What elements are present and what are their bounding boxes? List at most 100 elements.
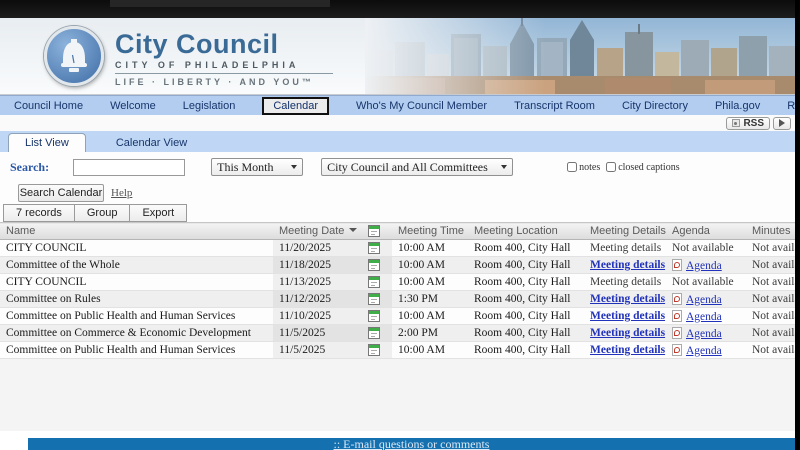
add-to-calendar-icon[interactable] [368, 242, 380, 254]
meeting-date-cell: 11/20/2025 [273, 240, 362, 257]
search-calendar-button[interactable]: Search Calendar [18, 184, 104, 202]
meeting-details-cell: Meeting details [584, 342, 666, 359]
agenda-link[interactable]: Agenda [686, 345, 722, 357]
meeting-time-cell: 10:00 AM [392, 342, 468, 359]
tab-calendar-view[interactable]: Calendar View [100, 134, 203, 152]
agenda-link[interactable]: Agenda [686, 311, 722, 323]
pdf-icon [672, 327, 682, 339]
agenda-link[interactable]: Agenda [686, 294, 722, 306]
masthead: City Council CITY OF PHILADELPHIA LIFE ·… [0, 18, 795, 95]
agenda-link[interactable]: Agenda [686, 328, 722, 340]
date-range-dropdown[interactable]: This Month [211, 158, 303, 176]
notes-checkbox[interactable] [567, 162, 577, 172]
add-to-calendar-icon[interactable] [368, 344, 380, 356]
email-questions-link[interactable]: :: E-mail questions or comments [334, 438, 490, 450]
meeting-details-link[interactable]: Meeting details [590, 327, 665, 339]
agenda-cell: Agenda [666, 325, 746, 342]
table-header-row: Name Meeting Date Meeting Time Meeting L… [0, 223, 795, 240]
philadelphia-skyline-image [365, 18, 795, 95]
meeting-name-cell: Committee on Commerce & Economic Develop… [0, 325, 273, 342]
search-input[interactable] [73, 159, 185, 176]
calendar-icon [368, 225, 380, 237]
rss-button[interactable]: RSS [726, 117, 770, 130]
meeting-name-cell: Committee of the Whole [0, 257, 273, 274]
chevron-down-icon [501, 165, 507, 169]
meetings-tbody: CITY COUNCIL11/20/202510:00 AMRoom 400, … [0, 240, 795, 359]
site-subtitle: CITY OF PHILADELPHIA [115, 60, 333, 70]
add-to-calendar-icon[interactable] [368, 276, 380, 288]
minutes-cell: Not available [746, 257, 795, 274]
nav-item-transcript-room[interactable]: Transcript Room [514, 100, 595, 112]
calendar-icon-cell [362, 257, 392, 274]
nav-item-city-directory[interactable]: City Directory [622, 100, 688, 112]
liberty-bell-logo [44, 26, 104, 86]
add-to-calendar-icon[interactable] [368, 310, 380, 322]
meeting-location-cell: Room 400, City Hall [468, 308, 584, 325]
minutes-cell: Not available [746, 240, 795, 257]
col-header-meeting-location[interactable]: Meeting Location [468, 223, 584, 240]
meeting-row: Committee of the Whole11/18/2025 10:00 AM… [0, 257, 795, 274]
agenda-cell: Agenda [666, 308, 746, 325]
records-count-button[interactable]: 7 records [4, 205, 75, 221]
meeting-name-cell: CITY COUNCIL [0, 274, 273, 291]
meeting-details-link[interactable]: Meeting details [590, 310, 665, 322]
meeting-details-link[interactable]: Meeting details [590, 259, 665, 271]
col-header-name[interactable]: Name [0, 223, 273, 240]
meeting-details-link[interactable]: Meeting details [590, 293, 665, 305]
rss-label: RSS [743, 118, 764, 129]
nav-item-welcome[interactable]: Welcome [110, 100, 156, 112]
meeting-location-cell: Room 400, City Hall [468, 342, 584, 359]
col-header-agenda[interactable]: Agenda [666, 223, 746, 240]
export-button[interactable]: Export [130, 205, 186, 221]
calendar-icon-cell [362, 342, 392, 359]
committee-value: City Council and All Committees [327, 160, 488, 175]
nav-item-calendar[interactable]: Calendar [262, 97, 329, 115]
col-header-meeting-details[interactable]: Meeting Details [584, 223, 666, 240]
meeting-date-cell: 11/18/2025 [273, 257, 362, 274]
closed-captions-checkbox[interactable] [606, 162, 616, 172]
agenda-cell: Agenda [666, 257, 746, 274]
pdf-icon [672, 293, 682, 305]
nav-item-legislation[interactable]: Legislation [183, 100, 236, 112]
meeting-date-cell: 11/10/2025 [273, 308, 362, 325]
col-header-calendar-icon [362, 223, 392, 240]
meeting-details-cell: Meeting details [584, 308, 666, 325]
meeting-details-link[interactable]: Meeting details [590, 344, 665, 356]
minutes-cell: Not available [746, 308, 795, 325]
tab-list-view[interactable]: List View [8, 133, 86, 152]
site-brand: City Council CITY OF PHILADELPHIA LIFE ·… [115, 30, 333, 87]
calendar-icon-cell [362, 291, 392, 308]
notes-checkbox-label: notes [579, 162, 600, 173]
add-to-calendar-icon[interactable] [368, 259, 380, 271]
calendar-icon-cell [362, 308, 392, 325]
add-to-calendar-icon[interactable] [368, 293, 380, 305]
agenda-link[interactable]: Agenda [686, 260, 722, 272]
date-range-value: This Month [217, 160, 273, 175]
meeting-location-cell: Room 400, City Hall [468, 240, 584, 257]
help-link[interactable]: Help [111, 187, 132, 199]
group-button[interactable]: Group [75, 205, 131, 221]
committee-dropdown[interactable]: City Council and All Committees [321, 158, 513, 176]
add-to-calendar-icon[interactable] [368, 327, 380, 339]
filter-checkboxes: notes closed captions [567, 162, 679, 173]
nav-item-phila-gov[interactable]: Phila.gov [715, 100, 760, 112]
col-header-meeting-date[interactable]: Meeting Date [273, 223, 362, 240]
print-icon [779, 119, 785, 127]
meeting-date-cell: 11/5/2025 [273, 342, 362, 359]
calendar-icon-cell [362, 325, 392, 342]
print-button[interactable] [773, 117, 791, 130]
meeting-time-cell: 2:00 PM [392, 325, 468, 342]
nav-item-council-home[interactable]: Council Home [14, 100, 83, 112]
pdf-icon [672, 310, 682, 322]
meeting-location-cell: Room 400, City Hall [468, 291, 584, 308]
view-tabs: List View Calendar View [0, 131, 795, 152]
col-header-minutes[interactable]: Minutes [746, 223, 795, 240]
search-button-row: Search Calendar Help [0, 182, 795, 203]
rss-icon [732, 119, 740, 127]
col-header-meeting-time[interactable]: Meeting Time [392, 223, 468, 240]
meeting-time-cell: 10:00 AM [392, 257, 468, 274]
brand-divider [115, 73, 333, 74]
liberty-bell-icon [57, 38, 91, 74]
nav-item-who-s-my-council-member[interactable]: Who's My Council Member [356, 100, 487, 112]
site-tagline: LIFE · LIBERTY · AND YOU™ [115, 77, 333, 87]
